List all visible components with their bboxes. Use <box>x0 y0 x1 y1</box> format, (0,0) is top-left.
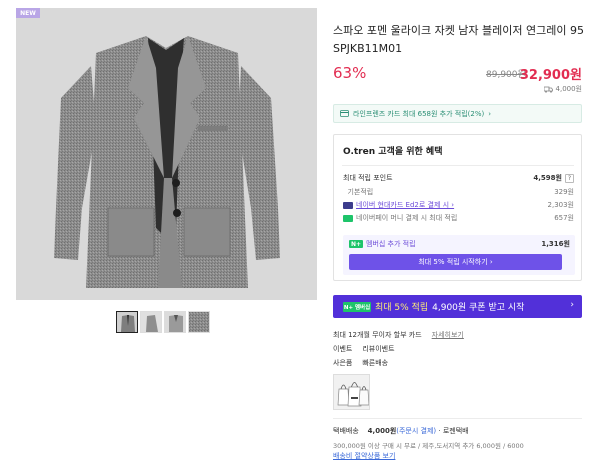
event-label: 이벤트 <box>333 345 353 353</box>
shopping-bags-image <box>334 375 369 409</box>
membership-row: N+ 멤버십 추가 적립 1,316원 <box>349 239 570 249</box>
benefits-divider <box>342 165 574 166</box>
thumbnail-strip <box>116 311 210 333</box>
base-points-value: 329원 <box>554 188 574 196</box>
npay-icon <box>343 214 353 222</box>
thumbnail-fabric[interactable] <box>188 311 210 333</box>
installment-detail-link[interactable]: 자세히보기 <box>432 330 464 340</box>
coupon-highlight: 최대 5% 적립 <box>375 303 429 313</box>
shipping-label: 택배배송 <box>333 427 359 435</box>
main-product-image[interactable]: NEW <box>16 8 317 300</box>
membership-label-text: 멤버십 추가 적립 <box>366 240 416 248</box>
courier-name: 로젠택배 <box>442 427 469 435</box>
gift-value: 빠른배송 <box>362 359 389 367</box>
jacket-illustration <box>54 36 280 288</box>
product-gallery: NEW <box>0 0 318 472</box>
event-value[interactable]: 리뷰이벤트 <box>362 344 394 354</box>
chevron-right-icon: › <box>570 300 574 310</box>
naver-plus-badge: N+ <box>349 240 363 248</box>
chevron-right-icon: › <box>488 109 492 118</box>
max-points-label: 최대 적립 포인트 <box>343 174 393 182</box>
sale-price: 32,900원 <box>519 68 582 83</box>
naver-pay-label: 네이버페이 머니 결제 시 최대 적립 <box>343 213 457 223</box>
shipping-separator: · <box>438 427 441 435</box>
membership-value: 1,316원 <box>541 240 570 248</box>
benefits-title: O.tren 고객을 위한 혜택 <box>343 147 443 157</box>
max-points-value: 4,598원 <box>533 174 562 182</box>
benefits-panel: O.tren 고객을 위한 혜택 최대 적립 포인트 4,598원? 기본적립 … <box>333 134 582 281</box>
shipping-fee-amount: 4,000원 <box>367 427 397 435</box>
naver-plus-membership-badge: N+ 멤버십 <box>343 301 371 312</box>
shipping-fee: 4,000원 <box>543 84 582 94</box>
discount-rate: 63% <box>333 64 367 82</box>
shipping-condition: 300,000원 이상 구매 시 무료 / 제주,도서지역 추가 6,000원 … <box>333 442 524 450</box>
gift-row: 사은품 빠른배송 <box>333 358 388 368</box>
base-points-label: 기본적립 <box>343 187 373 197</box>
product-title: 스파오 포멘 울라이크 자켓 남자 블레이저 연그레이 95 SPJKB11M0… <box>333 24 584 55</box>
product-info: 스파오 포멘 울라이크 자켓 남자 블레이저 연그레이 95 SPJKB11M0… <box>333 0 600 472</box>
card-promo-banner[interactable]: 라인프렌즈 카드 최대 658원 추가 적립(2%) › <box>333 104 582 123</box>
card-icon <box>343 201 353 209</box>
membership-box: N+ 멤버십 추가 적립 1,316원 최대 5% 적립 시작하기 › <box>343 235 575 275</box>
card-promo-text: 라인프렌즈 카드 최대 658원 추가 적립(2%) <box>353 109 485 118</box>
event-row: 이벤트 리뷰이벤트 <box>333 344 395 354</box>
help-icon[interactable]: ? <box>565 174 574 183</box>
coupon-text: 4,900원 쿠폰 받고 시작 <box>432 303 525 313</box>
shipping-note: (주문시 결제) <box>396 427 437 435</box>
coupon-banner[interactable]: N+ 멤버십 최대 5% 적립 4,900원 쿠폰 받고 시작 › <box>333 295 582 318</box>
gift-image[interactable] <box>333 374 370 410</box>
new-badge: NEW <box>16 8 40 18</box>
base-points-text: 기본적립 <box>347 188 374 196</box>
gift-label: 사은품 <box>333 359 353 367</box>
truck-icon <box>543 86 553 93</box>
section-divider <box>333 418 582 419</box>
installment-label: 최대 12개월 무이자 할부 카드 <box>333 331 422 339</box>
naver-pay-row: 네이버페이 머니 결제 시 최대 적립 657원 <box>343 213 574 223</box>
thumbnail-side[interactable] <box>140 311 162 333</box>
credit-card-icon <box>340 110 349 117</box>
max-points-row: 최대 적립 포인트 4,598원? <box>343 173 574 183</box>
thumbnail-detail[interactable] <box>164 311 186 333</box>
shipping-row: 택배배송 4,000원(주문시 결제) · 로젠택배 <box>333 426 469 436</box>
max-points-group: 4,598원? <box>533 173 574 183</box>
shipping-fee-value: 4,000원 <box>555 85 582 93</box>
naver-card-row[interactable]: 네이버 현대카드 Ed2로 결제 시 › 2,303원 <box>343 200 574 210</box>
naver-pay-value: 657원 <box>554 214 574 222</box>
thumbnail-front[interactable] <box>116 311 138 333</box>
shipping-saving-link[interactable]: 배송비 절약상품 보기 <box>333 451 395 461</box>
naver-card-text: 네이버 현대카드 Ed2로 결제 시 › <box>356 201 455 209</box>
naver-pay-text: 네이버페이 머니 결제 시 최대 적립 <box>356 214 458 222</box>
membership-start-button[interactable]: 최대 5% 적립 시작하기 › <box>349 254 562 270</box>
base-points-row: 기본적립 329원 <box>343 187 574 197</box>
naver-card-value: 2,303원 <box>547 201 574 209</box>
installment-row: 최대 12개월 무이자 할부 카드 자세히보기 <box>333 330 464 340</box>
membership-label: N+ 멤버십 추가 적립 <box>349 239 416 249</box>
naver-card-label[interactable]: 네이버 현대카드 Ed2로 결제 시 › <box>343 200 454 210</box>
